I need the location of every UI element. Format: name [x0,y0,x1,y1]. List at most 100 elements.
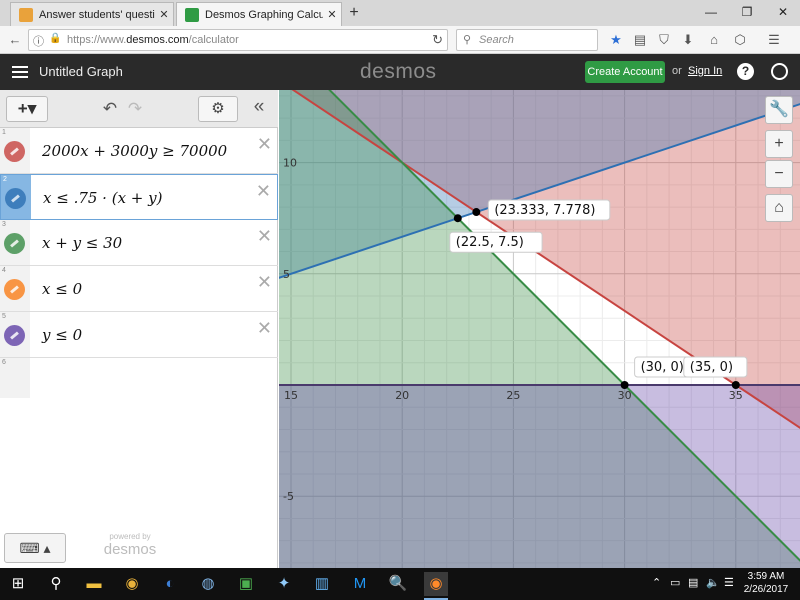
download-arrow-icon[interactable]: ⬇ [678,30,698,50]
expression-row-1[interactable]: 1 2000x + 3000y ≥ 70000 ✕ [0,128,278,174]
power-icon[interactable]: ▭ [670,576,680,589]
back-arrow-icon[interactable]: ← [5,30,25,50]
redo-icon[interactable]: ↷ [124,98,146,120]
maximize-button[interactable]: ❐ [730,0,764,24]
notifications-icon[interactable]: ☰ [724,576,734,589]
file-explorer-icon[interactable]: ▬ [82,572,106,596]
windows-start-icon[interactable]: ⊞ [6,572,30,596]
expression-gutter: 4 [0,266,30,311]
delete-expression-icon[interactable]: ✕ [256,181,271,202]
expression-gutter: 5 [0,312,30,357]
keyboard-toggle-button[interactable]: ⌨ ▴ [4,533,66,563]
window-close-button[interactable]: ✕ [766,0,800,24]
x-tick-label: 30 [618,389,632,402]
expression-input[interactable]: 2000x + 3000y ≥ 70000 [42,142,227,160]
app-icon[interactable]: ✦ [272,572,296,596]
tab-desmos[interactable]: Desmos Graphing Calcula... ✕ [176,2,342,26]
zoom-in-button[interactable]: + [765,130,793,158]
y-tick-label: -5 [283,490,294,503]
zoom-out-button[interactable]: − [765,160,793,188]
search-icon[interactable]: ⚲ [44,572,68,596]
close-tab-icon[interactable]: ✕ [323,8,341,21]
delete-expression-icon[interactable]: ✕ [257,134,272,155]
color-swatch-icon[interactable] [4,279,25,300]
point-marker[interactable] [453,214,462,223]
home-icon[interactable]: ⌂ [704,30,724,50]
color-swatch-icon[interactable] [4,141,25,162]
app-icon[interactable]: ▣ [234,572,258,596]
url-bar[interactable]: ⓘ 🔒 https://www.desmos.com/calculator ↻ [28,29,448,51]
app-icon[interactable]: M [348,572,372,596]
settings-gear-icon[interactable]: ⚙ [198,96,238,122]
chegg-favicon-icon [19,7,33,22]
point-marker[interactable] [620,381,629,389]
clock[interactable]: 3:59 AM 2/26/2017 [740,570,792,596]
browser-menu-icon[interactable]: ☰ [764,30,784,50]
tray-chevron-icon[interactable]: ⌃ [652,576,661,589]
expression-number: 2 [3,176,7,183]
search-input[interactable]: ⚲ Search [456,29,598,51]
color-swatch-icon[interactable] [4,233,25,254]
reload-icon[interactable]: ↻ [432,32,443,48]
close-tab-icon[interactable]: ✕ [155,8,173,21]
sign-in-link[interactable]: Sign In [688,65,722,77]
volume-icon[interactable]: 🔈 [706,576,720,589]
info-icon[interactable]: ⓘ [33,33,44,49]
firefox-icon[interactable]: ◉ [424,572,448,600]
point-label: (30, 0) [641,360,684,375]
chrome-icon[interactable]: ◉ [120,572,144,596]
graph-title[interactable]: Untitled Graph [39,64,123,79]
magnifier-icon[interactable]: 🔍 [386,572,410,596]
minimize-button[interactable]: — [694,0,728,24]
app-icon[interactable]: ▥ [310,572,334,596]
graph-canvas[interactable]: 15 20 25 30 35 10 5 -5 (23.333, 7.778) (22.5, 7.… [279,90,800,568]
bookmark-star-icon[interactable]: ★ [606,30,626,50]
reading-list-icon[interactable]: ▤ [630,30,650,50]
point-1[interactable]: (23.333, 7.778) [472,199,611,221]
tab-answer-students[interactable]: Answer students' question... ✕ [10,2,174,26]
url-text[interactable]: https://www.desmos.com/calculator [67,34,239,46]
help-icon[interactable]: ? [737,63,754,80]
point-label: (22.5, 7.5) [456,235,524,250]
expression-gutter: 1 [0,128,30,173]
delete-expression-icon[interactable]: ✕ [257,226,272,247]
network-icon[interactable]: ▤ [688,576,698,589]
point-marker[interactable] [731,381,740,389]
expression-row-3[interactable]: 3 x + y ≤ 30 ✕ [0,220,278,266]
x-tick-label: 25 [506,389,520,402]
expression-row-4[interactable]: 4 x ≤ 0 ✕ [0,266,278,312]
y-tick-label: 10 [283,157,297,170]
powered-by-logo: desmos [103,541,157,558]
add-item-button[interactable]: +▾ [6,96,48,122]
expression-row-empty[interactable]: 6 [0,358,278,398]
expression-input[interactable]: x ≤ 0 [42,280,82,298]
expression-row-2[interactable]: 2 x ≤ .75 · (x + y) ✕ [0,174,278,220]
expression-row-5[interactable]: 5 y ≤ 0 ✕ [0,312,278,358]
default-viewport-home-icon[interactable]: ⌂ [765,194,793,222]
expression-number: 1 [2,129,6,136]
graph-settings-wrench-icon[interactable]: 🔧 [765,96,793,124]
extension-icon[interactable]: ⬡ [730,30,750,50]
app-icon[interactable]: ◐ [158,572,182,596]
point-marker[interactable] [472,208,481,217]
expression-input[interactable]: x + y ≤ 30 [42,234,122,252]
expression-gutter: 2 [1,175,31,219]
globe-icon[interactable] [771,63,788,80]
app-icon[interactable]: ◍ [196,572,220,596]
new-tab-button[interactable]: + [344,3,364,23]
x-tick-label: 35 [729,389,743,402]
undo-icon[interactable]: ↶ [99,98,121,120]
collapse-panel-icon[interactable]: « [248,97,270,119]
color-swatch-icon[interactable] [4,325,25,346]
point-label: (23.333, 7.778) [494,203,595,218]
expression-input[interactable]: x ≤ .75 · (x + y) [43,189,162,207]
graph-paper[interactable]: 15 20 25 30 35 10 5 -5 (23.333, 7.778) (22.5, 7.… [279,90,800,568]
search-icon: ⚲ [463,34,472,46]
delete-expression-icon[interactable]: ✕ [257,272,272,293]
hamburger-menu-icon[interactable] [12,63,28,81]
color-swatch-icon[interactable] [5,188,26,209]
create-account-button[interactable]: Create Account [585,61,665,83]
delete-expression-icon[interactable]: ✕ [257,318,272,339]
pocket-icon[interactable]: ⛉ [654,30,674,50]
expression-input[interactable]: y ≤ 0 [42,326,82,344]
